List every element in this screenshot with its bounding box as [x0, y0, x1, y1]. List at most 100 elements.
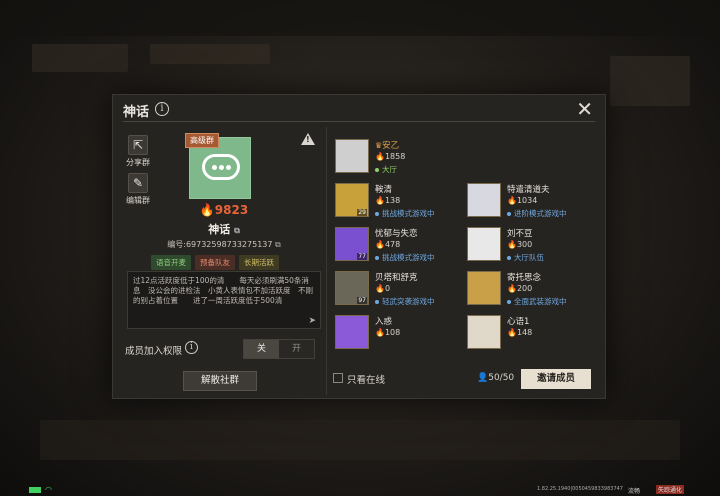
- member-card[interactable]: 刘不豆 🔥300 大厅队伍: [467, 225, 597, 265]
- member-heat: 🔥1034: [507, 196, 538, 205]
- member-status-text: 轻武突袭游戏中: [382, 297, 435, 306]
- dialog-title: 神话: [123, 105, 150, 120]
- member-card[interactable]: 77 忧郁与失恋 🔥478 挑战模式游戏中: [335, 225, 465, 265]
- group-name: 神话 ⧉: [123, 221, 325, 237]
- member-card[interactable]: 29 鞍清 🔥138 挑战模式游戏中: [335, 181, 465, 221]
- member-heat: 🔥1858: [375, 152, 406, 161]
- member-avatar: 97: [335, 271, 369, 305]
- chat-bubble-icon: [202, 154, 240, 180]
- group-name-text: 神话: [208, 223, 231, 236]
- send-icon[interactable]: ➤: [308, 316, 316, 326]
- group-tag: 长期活跃: [239, 255, 279, 270]
- member-status: 轻武突袭游戏中: [375, 296, 435, 307]
- edit-icon: ✎: [128, 173, 148, 193]
- member-card[interactable]: 特遣清道夫 🔥1034 进阶模式游戏中: [467, 181, 597, 221]
- background-panel: [150, 44, 270, 64]
- disband-group-button[interactable]: 解散社群: [183, 371, 257, 391]
- group-tags: 语音开麦 预备队友 长期活跃: [151, 255, 279, 270]
- edit-group-button[interactable]: ✎ 编辑群: [123, 173, 153, 206]
- battery-icon: [29, 487, 41, 493]
- member-avatar: 29: [335, 183, 369, 217]
- person-icon: 👤: [477, 373, 489, 383]
- member-status: 大厅队伍: [507, 252, 544, 263]
- background-top-bar: [0, 0, 720, 36]
- member-name: 入惑: [375, 317, 393, 327]
- member-name: 鞍清: [375, 185, 393, 195]
- toggle-off-option[interactable]: 关: [244, 340, 279, 358]
- group-id: 编号:697325987332751​37 ⧉: [123, 239, 325, 250]
- info-icon[interactable]: i: [155, 102, 169, 116]
- member-name: 寄托思念: [507, 273, 542, 283]
- member-heat-value: 300: [516, 240, 533, 249]
- background-panel: [32, 44, 128, 72]
- title-divider: [123, 121, 595, 122]
- signal-text: 流畅: [628, 488, 641, 495]
- member-avatar: [467, 183, 501, 217]
- online-only-checkbox[interactable]: [333, 373, 343, 383]
- info-icon[interactable]: i: [185, 341, 198, 354]
- member-name: 忧郁与失恋: [375, 229, 418, 239]
- group-info-dialog: 神话 i ✕ ⇱ 分享群 ✎ 编辑群 高级群 ! 🔥9823 神话 ⧉ 编号:6…: [112, 94, 606, 399]
- member-heat: 🔥0: [375, 284, 391, 293]
- member-status-text: 大厅队伍: [514, 253, 544, 262]
- member-avatar: [467, 227, 501, 261]
- member-status: 挑战模式游戏中: [375, 252, 435, 263]
- member-status: 大厅: [375, 164, 397, 175]
- member-status: 进阶模式游戏中: [507, 208, 567, 219]
- toggle-on-option[interactable]: 开: [279, 340, 314, 358]
- group-tag: 预备队友: [195, 255, 235, 270]
- member-heat: 🔥200: [507, 284, 533, 293]
- member-avatar: [467, 315, 501, 349]
- member-card[interactable]: 入惑 🔥108: [335, 313, 465, 353]
- member-name: 刘不豆: [507, 229, 533, 239]
- member-heat-value: 200: [516, 284, 533, 293]
- member-avatar: [335, 315, 369, 349]
- member-heat-value: 1034: [516, 196, 538, 205]
- invite-member-button[interactable]: 邀请成员: [521, 369, 591, 389]
- group-notice[interactable]: 过12点活跃度低于100的清 每天必须刷满50条消息 没公会的进检法 小黄人表情…: [127, 271, 321, 329]
- member-card[interactable]: 97 贝塔和舒克 🔥0 轻武突袭游戏中: [335, 269, 465, 309]
- group-notice-text: 过12点活跃度低于100的清 每天必须刷满50条消息 没公会的进检法 小黄人表情…: [133, 276, 313, 305]
- member-avatar: 77: [335, 227, 369, 261]
- member-status-text: 全面武装游戏中: [514, 297, 567, 306]
- copy-icon[interactable]: ⧉: [234, 226, 240, 235]
- share-icon: ⇱: [128, 135, 148, 155]
- member-level: 29: [357, 209, 367, 216]
- member-avatar: [467, 271, 501, 305]
- member-level: 77: [357, 253, 367, 260]
- member-level: 97: [357, 297, 367, 304]
- status-bar: ◠ 1.82.25.1940|0050459833983747 流畅 失踪通化: [0, 484, 720, 496]
- member-status-text: 大厅: [382, 165, 397, 174]
- member-count: 👤50/50: [477, 373, 514, 383]
- member-heat: 🔥148: [507, 328, 533, 337]
- member-status: 挑战模式游戏中: [375, 208, 435, 219]
- background-panel: [610, 56, 690, 106]
- share-group-button[interactable]: ⇱ 分享群: [123, 135, 153, 168]
- join-permission-toggle[interactable]: 关 开: [243, 339, 315, 359]
- copy-icon[interactable]: ⧉: [275, 240, 281, 249]
- member-count-text: 50/50: [488, 373, 515, 383]
- background-panel: [40, 420, 680, 460]
- member-card[interactable]: ♛安乙 🔥1858 大厅: [335, 137, 465, 177]
- group-grade-tag: 高级群: [185, 133, 219, 148]
- member-status-text: 挑战模式游戏中: [382, 209, 435, 218]
- join-permission-label: 成员加入权限: [125, 346, 183, 357]
- report-warning-icon[interactable]: !: [301, 133, 315, 145]
- member-card[interactable]: 寄托思念 🔥200 全面武装游戏中: [467, 269, 597, 309]
- member-status-text: 进阶模式游戏中: [514, 209, 567, 218]
- member-name-text: 安乙: [382, 141, 400, 151]
- close-button[interactable]: ✕: [576, 99, 593, 119]
- member-status: 全面武装游戏中: [507, 296, 567, 307]
- network-text: 失踪通化: [656, 485, 685, 494]
- group-tag: 语音开麦: [151, 255, 191, 270]
- member-heat-value: 478: [384, 240, 401, 249]
- group-profile-panel: ⇱ 分享群 ✎ 编辑群 高级群 ! 🔥9823 神话 ⧉ 编号:69732598…: [123, 127, 325, 397]
- member-heat-value: 0: [384, 284, 391, 293]
- member-list: ♛安乙 🔥1858 大厅 29 鞍清 🔥138 挑战模式游戏中 特遣清道夫 🔥1…: [331, 131, 601, 359]
- member-name: 特遣清道夫: [507, 185, 550, 195]
- member-card[interactable]: 心语1 🔥148: [467, 313, 597, 353]
- version-text: 1.82.25.1940|0050459833983747: [537, 486, 623, 492]
- member-name: 心语1: [507, 317, 530, 327]
- member-heat-value: 148: [516, 328, 533, 337]
- member-name: 贝塔和舒克: [375, 273, 418, 283]
